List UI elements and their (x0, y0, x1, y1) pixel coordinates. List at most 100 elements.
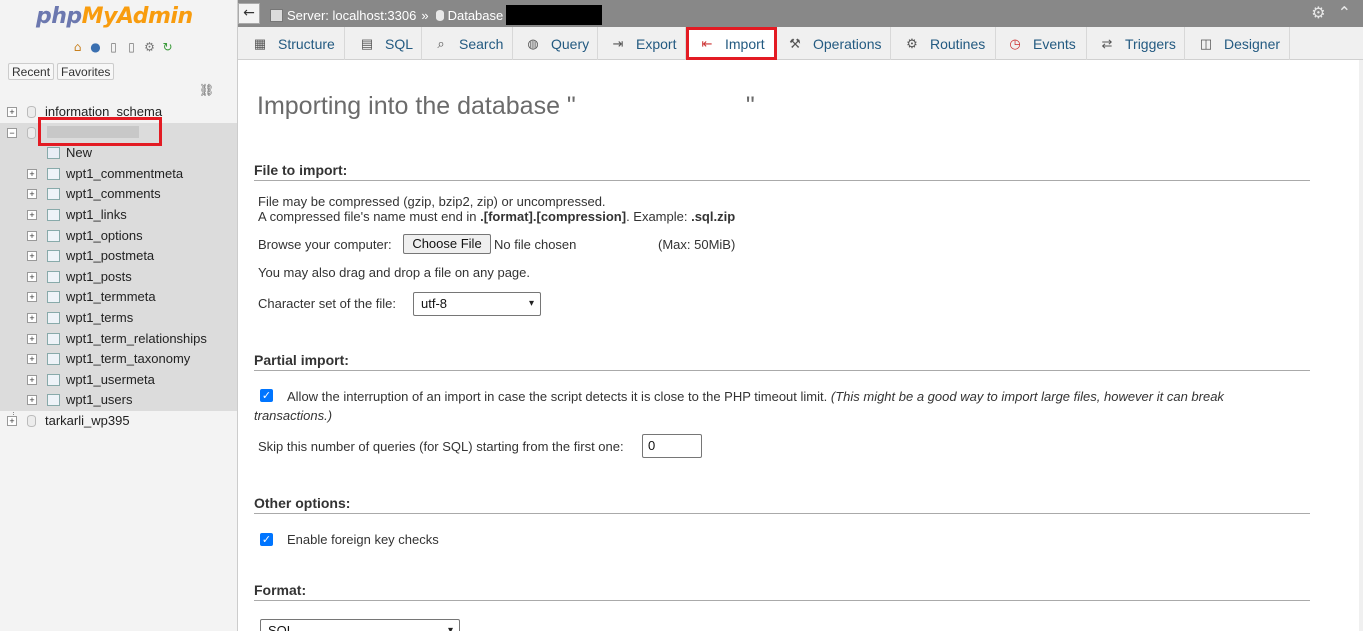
tree-table-label[interactable]: wpt1_terms (66, 308, 133, 328)
tree-table-row[interactable]: + wpt1_postmeta (0, 246, 237, 267)
routines-icon: ⚙ (906, 35, 918, 51)
tree-table-label[interactable]: wpt1_term_taxonomy (66, 349, 190, 369)
section-partial-import: Partial import: (254, 352, 1310, 371)
collapse-top-icon[interactable]: ⌃ (1338, 3, 1351, 22)
tree-new-label[interactable]: New (66, 143, 92, 163)
breadcrumb-database[interactable]: Database (448, 8, 504, 23)
expand-icon[interactable]: + (27, 271, 37, 282)
tree-table-row[interactable]: + wpt1_usermeta (0, 369, 237, 391)
query-icon: ◍ (527, 35, 539, 51)
table-icon (47, 250, 60, 263)
tree-table-label[interactable]: wpt1_comments (66, 184, 161, 204)
choose-file-button[interactable]: Choose File (403, 234, 491, 254)
tree-table-label[interactable]: wpt1_links (66, 205, 127, 225)
expand-icon[interactable]: + (27, 374, 37, 385)
database-icon (27, 414, 36, 427)
recent-button[interactable]: Recent (8, 63, 55, 80)
expand-icon[interactable]: + (27, 292, 37, 303)
format-select[interactable]: SQL ▾ (260, 619, 460, 631)
reload-icon[interactable]: ↻ (160, 40, 175, 55)
tree-table-row[interactable]: + wpt1_commentmeta (0, 163, 237, 185)
tree-table-label[interactable]: wpt1_postmeta (66, 246, 154, 266)
back-arrow-button[interactable]: ← (238, 3, 260, 24)
tree-table-row[interactable]: + wpt1_posts (0, 266, 237, 288)
expand-icon[interactable]: + (27, 251, 37, 262)
table-icon (47, 270, 60, 283)
expand-icon[interactable]: + (27, 230, 37, 241)
tree-table-label[interactable]: wpt1_term_relationships (66, 329, 207, 349)
link-icon[interactable]: ⛓ (199, 83, 214, 97)
tab-label: Operations (813, 35, 882, 52)
expand-icon[interactable]: + (27, 312, 37, 323)
tree-table-label[interactable]: wpt1_termmeta (66, 287, 156, 307)
tree-table-row[interactable]: + wpt1_terms (0, 307, 237, 329)
table-icon (47, 373, 60, 386)
tree-table-row[interactable]: + wpt1_links (0, 204, 237, 226)
tree-db-tarkarli[interactable]: + tarkarli_wp395 (0, 411, 237, 432)
tree-table-row[interactable]: + wpt1_options (0, 225, 237, 247)
settings-gear-icon[interactable]: ⚙ (1311, 3, 1325, 22)
tree-table-label[interactable]: wpt1_posts (66, 267, 132, 287)
tab-routines[interactable]: ⚙ Routines (891, 27, 996, 60)
charset-selected-value: utf-8 (421, 296, 448, 311)
docs-icon[interactable]: ▯ (106, 40, 121, 55)
table-icon (47, 167, 60, 180)
annotation-highlight-db (38, 117, 162, 146)
tree-table-label[interactable]: wpt1_usermeta (66, 370, 155, 390)
skip-queries-input[interactable]: 0 (642, 434, 702, 458)
tab-designer[interactable]: ◫ Designer (1185, 27, 1290, 60)
expand-icon[interactable]: + (27, 189, 37, 200)
tree-table-label[interactable]: wpt1_options (66, 226, 143, 246)
tab-label: Export (636, 35, 677, 52)
foreign-key-checkbox[interactable]: ✓ (260, 533, 273, 546)
table-icon (47, 229, 60, 242)
tab-triggers[interactable]: ⇄ Triggers (1087, 27, 1185, 60)
collapse-icon[interactable]: − (7, 127, 17, 138)
chevron-down-icon: ▾ (447, 625, 453, 631)
home-icon[interactable]: ⌂ (70, 40, 85, 55)
tab-sql[interactable]: ▤ SQL (345, 27, 422, 60)
table-icon (47, 353, 60, 366)
tab-events[interactable]: ◷ Events (996, 27, 1087, 60)
tree-table-row[interactable]: + wpt1_term_taxonomy (0, 349, 237, 370)
max-size-note: (Max: 50MiB) (658, 237, 736, 252)
tab-structure[interactable]: ▦ Structure (238, 27, 345, 60)
tree-table-row[interactable]: + wpt1_term_relationships (0, 328, 237, 350)
scrollbar[interactable] (1359, 60, 1363, 631)
expand-icon[interactable]: + (7, 415, 17, 426)
search-icon: ⌕ (437, 35, 445, 51)
allow-interrupt-checkbox[interactable]: ✓ (260, 389, 273, 402)
tab-export[interactable]: ⇥ Export (598, 27, 686, 60)
charset-select[interactable]: utf-8 ▾ (413, 292, 541, 316)
expand-icon[interactable]: + (7, 107, 17, 117)
wrench-icon: ⚒ (789, 35, 801, 51)
expand-icon[interactable]: + (27, 209, 37, 220)
help-icon[interactable]: ● (88, 40, 103, 55)
favorites-button[interactable]: Favorites (57, 63, 115, 80)
settings-icon[interactable]: ⚙ (142, 40, 157, 55)
tab-search[interactable]: ⌕ Search (422, 27, 513, 60)
top-right-controls: ⚙ ⌃ (1311, 3, 1351, 22)
tab-operations[interactable]: ⚒ Operations (777, 27, 891, 60)
tree-table-row[interactable]: + wpt1_termmeta (0, 287, 237, 308)
tree-table-label[interactable]: wpt1_users (66, 390, 132, 410)
phpmyadmin-logo[interactable]: phpMyAdmin (36, 4, 193, 29)
tree-table-row[interactable]: + wpt1_users (0, 390, 237, 411)
breadcrumb-server[interactable]: Server: localhost:3306 (287, 8, 416, 23)
expand-icon[interactable]: + (27, 354, 37, 365)
expand-icon[interactable]: + (27, 395, 37, 406)
tree-db-label[interactable]: tarkarli_wp395 (45, 411, 130, 431)
tree-table-label[interactable]: wpt1_commentmeta (66, 164, 183, 184)
expand-icon[interactable]: + (27, 333, 37, 344)
breadcrumb-separator: » (421, 7, 429, 23)
compress-name-pre: A compressed file's name must end in (258, 209, 481, 224)
tree-new-table[interactable]: New (0, 143, 237, 164)
top-breadcrumb-bar: ← Server: localhost:3306 » Database ⚙ ⌃ (238, 0, 1363, 27)
tab-label: Structure (278, 35, 335, 52)
server-icon (270, 8, 283, 22)
expand-icon[interactable]: + (27, 168, 37, 179)
copy-icon[interactable]: ▯ (124, 40, 139, 55)
no-file-chosen: No file chosen (494, 237, 577, 252)
tab-query[interactable]: ◍ Query (513, 27, 598, 60)
tree-table-row[interactable]: + wpt1_comments (0, 184, 237, 205)
